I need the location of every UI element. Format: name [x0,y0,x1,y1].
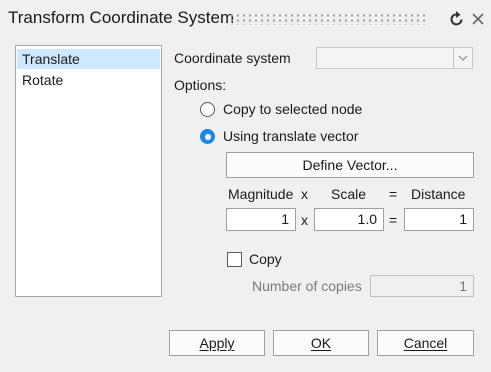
copy-checkbox[interactable] [227,252,242,267]
radio-translate-vector[interactable] [200,129,215,144]
apply-button-label: Apply [199,335,235,351]
scale-header: Scale [331,186,367,202]
list-item-translate[interactable]: Translate [17,49,160,69]
number-of-copies-label: Number of copies [252,278,362,294]
coordinate-system-label: Coordinate system [174,50,291,66]
list-item-rotate[interactable]: Rotate [17,70,160,90]
cancel-button[interactable]: Cancel [377,330,474,356]
define-vector-button[interactable]: Define Vector... [226,152,474,178]
close-icon[interactable] [470,9,488,29]
magnitude-header: Magnitude [228,186,294,202]
cancel-button-label: Cancel [403,335,448,351]
equals-sign: = [389,212,398,228]
ok-button-label: OK [310,335,332,351]
ok-button[interactable]: OK [273,330,369,356]
dialog-title: Transform Coordinate System [8,8,235,27]
radio-translate-vector-label[interactable]: Using translate vector [223,127,358,145]
refresh-icon[interactable] [447,9,467,29]
distance-field[interactable]: 1 [404,208,474,231]
options-label: Options: [174,77,227,93]
times-header: x [301,186,308,202]
radio-copy-to-node-label[interactable]: Copy to selected node [223,100,362,118]
magnitude-field[interactable]: 1 [226,208,296,231]
apply-button[interactable]: Apply [169,330,265,356]
distance-header: Distance [411,186,466,202]
equals-header: = [389,186,398,202]
scale-field[interactable]: 1.0 [314,208,384,231]
drag-handle[interactable] [229,13,429,25]
times-sign: x [301,212,308,228]
radio-copy-to-node[interactable] [200,102,215,117]
chevron-down-icon[interactable] [453,48,472,68]
copy-label[interactable]: Copy [249,250,282,268]
coordinate-system-select[interactable] [316,47,473,69]
number-of-copies-field[interactable]: 1 [370,275,474,297]
transform-type-list: Translate Rotate [15,45,162,297]
